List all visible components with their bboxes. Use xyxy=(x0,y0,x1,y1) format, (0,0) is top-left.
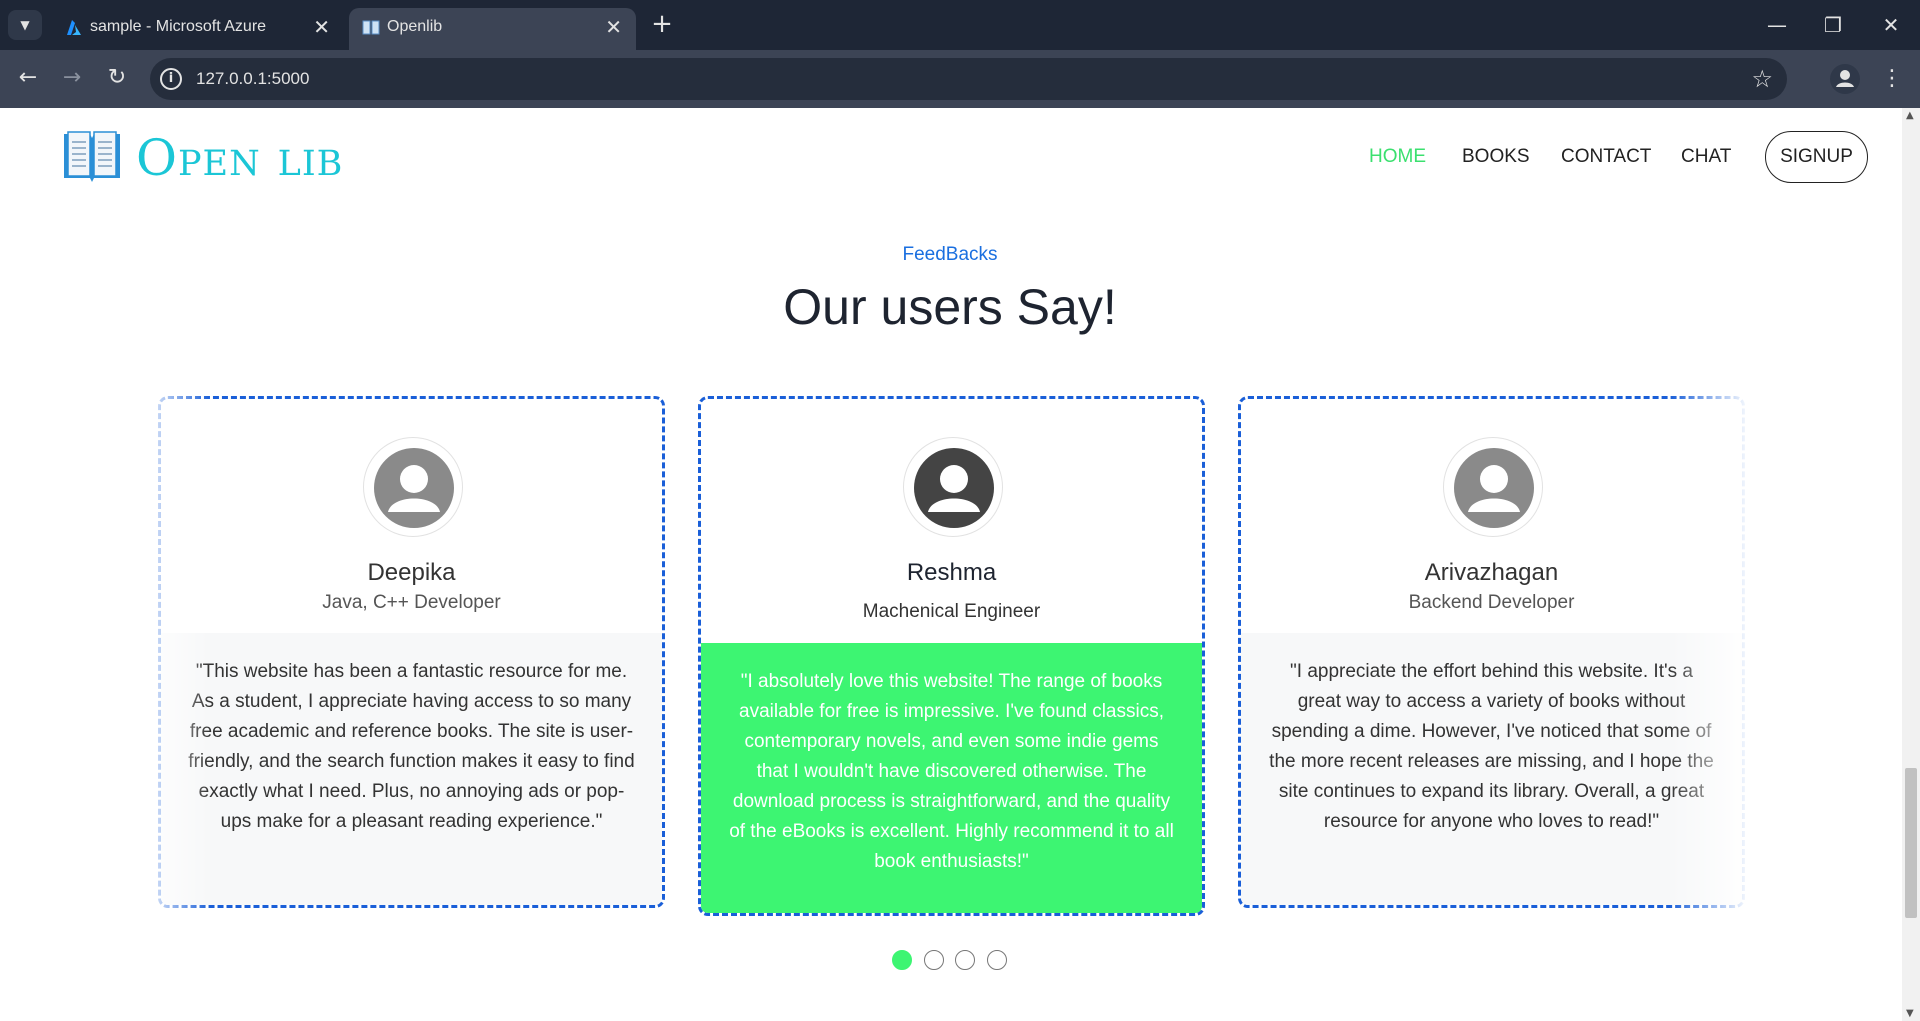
tab-title: sample - Microsoft Azure xyxy=(90,18,267,35)
nav-chat[interactable]: CHAT xyxy=(1681,146,1731,168)
section-eyebrow: FeedBacks xyxy=(902,244,998,265)
pagination-dot[interactable] xyxy=(986,950,1007,970)
browser-toolbar: ← → ↻ i 127.0.0.1:5000 ☆ ⋮ xyxy=(0,50,1920,108)
testimonial-role: Backend Developer xyxy=(1408,592,1575,613)
page-scrollbar[interactable]: ▲ ▼ xyxy=(1902,108,1920,1021)
close-window-button[interactable]: ✕ xyxy=(1876,10,1906,40)
nav-home[interactable]: HOME xyxy=(1369,146,1426,168)
user-avatar-icon xyxy=(374,448,454,528)
pagination-dot[interactable] xyxy=(955,950,975,970)
testimonial-quote: "I absolutely love this website! The ran… xyxy=(701,643,1202,913)
testimonial-role: Java, C++ Developer xyxy=(322,592,501,613)
book-icon xyxy=(362,20,380,35)
scroll-down-arrow-icon[interactable]: ▼ xyxy=(1906,1008,1914,1019)
signup-button[interactable]: SIGNUP xyxy=(1765,131,1868,183)
page-viewport: Open lib HOME BOOKS CONTACT CHAT SIGNUP … xyxy=(0,108,1920,1021)
user-avatar-icon xyxy=(914,448,994,528)
tab-close-icon[interactable]: ✕ xyxy=(313,15,330,40)
reload-icon[interactable]: ↻ xyxy=(101,62,133,94)
tab-close-icon[interactable]: ✕ xyxy=(605,15,622,40)
testimonial-quote: "I appreciate the effort behind this web… xyxy=(1241,633,1742,905)
avatar xyxy=(903,437,1003,537)
forward-arrow-icon[interactable]: → xyxy=(56,62,88,94)
back-arrow-icon[interactable]: ← xyxy=(12,62,44,94)
open-book-icon xyxy=(64,131,120,182)
avatar xyxy=(363,437,463,537)
tab-azure[interactable]: sample - Microsoft Azure ✕ xyxy=(52,8,344,50)
person-icon xyxy=(1836,70,1854,87)
testimonial-name: Deepika xyxy=(367,559,456,586)
new-tab-button[interactable]: + xyxy=(650,10,674,40)
nav-contact[interactable]: CONTACT xyxy=(1561,146,1651,168)
testimonial-card: Deepika Java, C++ Developer "This websit… xyxy=(158,396,665,908)
kebab-menu-icon[interactable]: ⋮ xyxy=(1880,64,1904,94)
logo-text: Open lib xyxy=(136,129,344,187)
testimonial-card-active: Reshma Machenical Engineer "I absolutely… xyxy=(698,396,1205,916)
user-avatar-icon xyxy=(1454,448,1534,528)
minimize-button[interactable]: — xyxy=(1762,10,1792,40)
scroll-up-arrow-icon[interactable]: ▲ xyxy=(1906,110,1914,121)
testimonial-quote: "This website has been a fantastic resou… xyxy=(161,633,662,905)
tab-search-button[interactable]: ▼ xyxy=(8,10,42,40)
profile-icon[interactable] xyxy=(1830,64,1860,94)
pagination-dot[interactable] xyxy=(892,950,912,970)
section-heading: Our users Say! xyxy=(783,279,1117,335)
nav-books[interactable]: BOOKS xyxy=(1462,146,1530,168)
azure-icon xyxy=(67,20,81,35)
tab-openlib[interactable]: Openlib ✕ xyxy=(349,8,636,50)
site-info-icon[interactable]: i xyxy=(160,68,182,90)
address-bar[interactable]: i 127.0.0.1:5000 ☆ xyxy=(150,58,1787,100)
restore-button[interactable]: ❐ xyxy=(1818,10,1848,40)
scrollbar-thumb[interactable] xyxy=(1905,768,1917,918)
pagination-dot[interactable] xyxy=(923,950,944,970)
avatar xyxy=(1443,437,1543,537)
tab-title: Openlib xyxy=(387,18,443,35)
testimonial-name: Arivazhagan xyxy=(1424,559,1559,586)
bookmark-star-icon[interactable]: ☆ xyxy=(1751,65,1773,93)
browser-tab-strip: ▼ sample - Microsoft Azure ✕ Openlib ✕ +… xyxy=(0,0,1920,50)
address-bar-url[interactable]: 127.0.0.1:5000 xyxy=(196,69,309,89)
testimonial-card: Arivazhagan Backend Developer "I appreci… xyxy=(1238,396,1745,908)
testimonial-name: Reshma xyxy=(906,559,997,586)
testimonial-role: Machenical Engineer xyxy=(862,601,1041,622)
